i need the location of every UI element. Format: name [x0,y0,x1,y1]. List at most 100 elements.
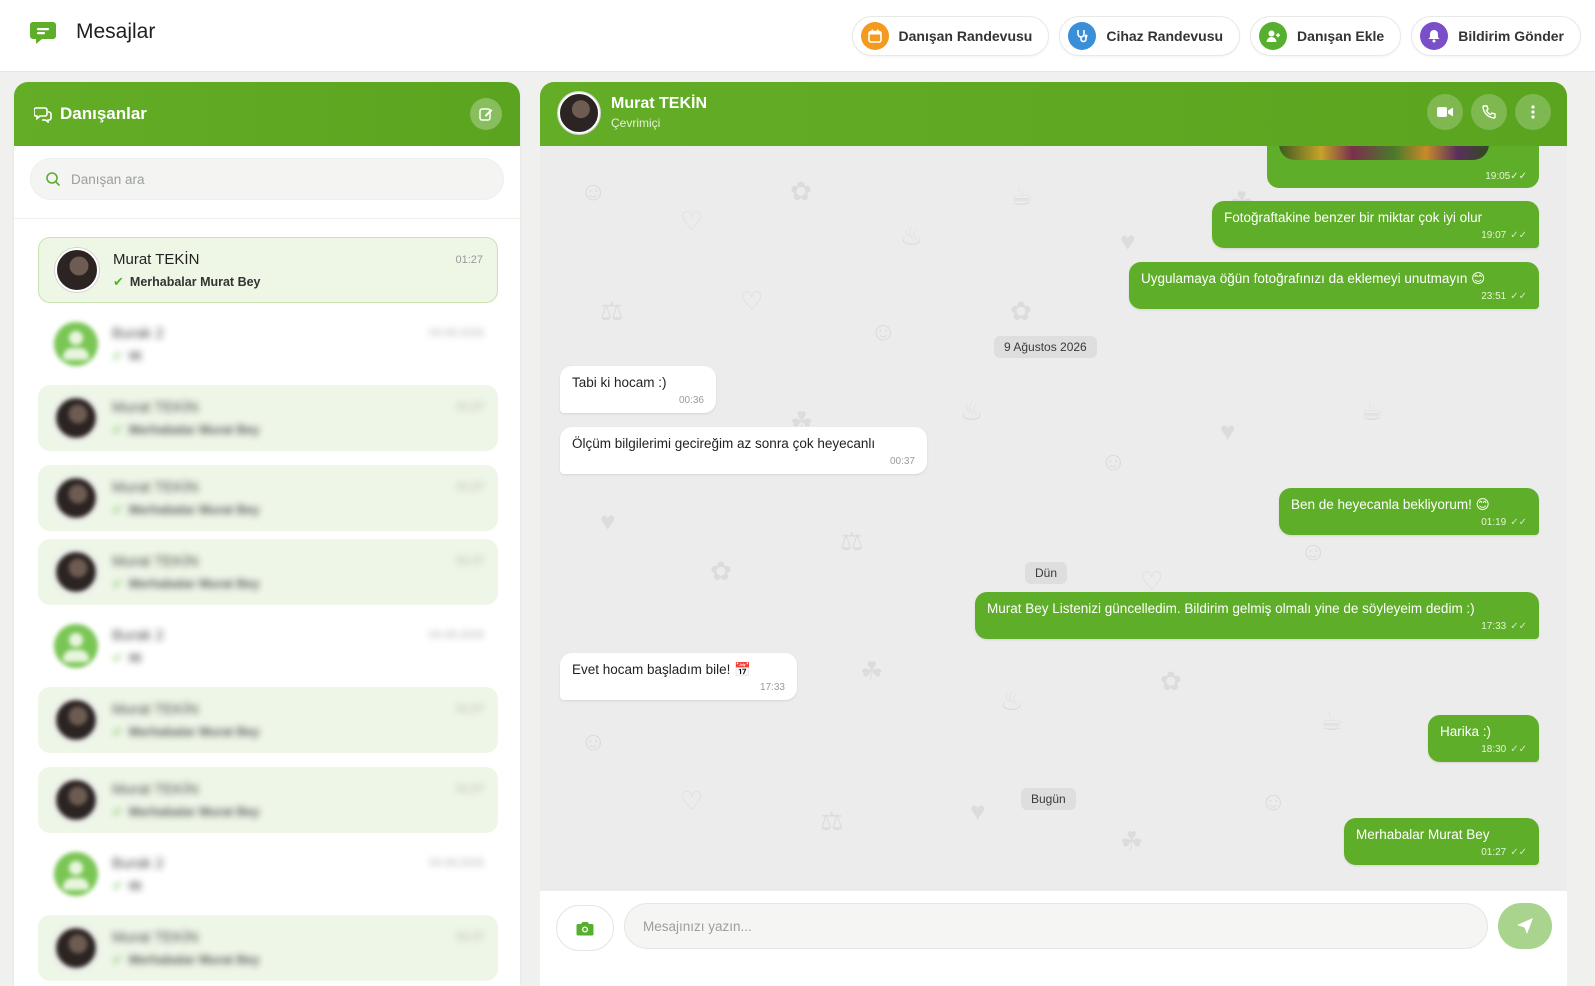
message-time: 00:36 [678,395,704,407]
message-time: 17:33 [1481,621,1507,633]
outgoing-message[interactable]: Fotoğraftakine benzer bir miktar çok iyi… [1212,201,1539,249]
conversation-name: Murat TEKİN [112,700,199,718]
contact-avatar[interactable] [558,92,600,134]
conversation-item[interactable]: Murat TEKİN ✔ Merhabalar Murat Bey 01:27 [38,767,498,833]
avatar [54,698,98,742]
chat-header-actions [1427,94,1551,130]
conversation-item[interactable]: Burak 2 ✔ ttt 04.08.2026 [38,613,498,679]
message-time: 19:07 [1481,230,1507,242]
device-appointment-button[interactable]: Cihaz Randevusu [1059,16,1241,56]
incoming-message[interactable]: Ölçüm bilgilerimi gecireğim az sonra çok… [560,427,927,475]
doodle-pattern-icon: ♡ [680,206,704,236]
incoming-message[interactable]: Tabi ki hocam :) 00:36 [560,366,716,414]
clients-header: Danışanlar [14,82,520,146]
doodle-pattern-icon: ✿ [790,176,812,206]
message-time: 01:27 [1481,847,1507,859]
edit-icon [479,108,493,121]
clients-panel: Danışanlar Murat TEKİN ✔ Merhabalar Murat… [14,82,520,986]
date-separator: Dün [1025,562,1068,584]
video-icon [1437,107,1453,117]
conversation-name: Murat TEKİN [112,780,199,798]
last-message: Merhabalar Murat Bey [128,422,260,437]
search-box [30,158,504,200]
avatar [54,926,98,970]
conversation-item[interactable]: Murat TEKİN ✔ Merhabalar Murat Bey 01:27 [38,465,498,531]
incoming-message[interactable]: Evet hocam başladım bile! 📅 17:33 [560,653,797,701]
outgoing-message[interactable]: Murat Bey Listenizi güncelledim. Bildiri… [975,592,1539,640]
avatar [54,778,98,822]
top-bar: Mesajlar Danışan Randevusu Cihaz Randevu… [0,0,1595,72]
conversation-name: Murat TEKİN [112,928,199,946]
message-text: Ben de heyecanla bekliyorum! 😊 [1291,497,1490,512]
message-text: Ölçüm bilgilerimi gecireğim az sonra çok… [572,436,876,451]
voice-call-button[interactable] [1471,94,1507,130]
message-input[interactable] [624,903,1488,949]
doodle-pattern-icon: ☺ [1100,446,1127,476]
photo-message[interactable]: 19:05✓✓ [1267,146,1539,188]
avatar [54,476,98,520]
double-check-icon: ✓✓ [1510,847,1527,859]
conversation-time: 01:27 [456,401,484,413]
last-message: Merhabalar Murat Bey [128,952,260,967]
conversation-item[interactable]: Murat TEKİN ✔ Merhabalar Murat Bey 01:27 [38,237,498,303]
avatar [54,852,98,896]
conversation-time: 04.08.2026 [428,327,484,339]
message-text: Uygulamaya öğün fotoğrafınızı da eklemey… [1141,271,1486,286]
outgoing-message[interactable]: Uygulamaya öğün fotoğrafınızı da eklemey… [1129,262,1539,310]
attach-photo-button[interactable] [556,905,614,951]
doodle-pattern-icon: ☘ [860,656,884,686]
search-area [14,146,520,219]
conversation-item[interactable]: Murat TEKİN ✔ Merhabalar Murat Bey 01:27 [38,539,498,605]
header-actions: Danışan Randevusu Cihaz Randevusu Danışa… [851,16,1581,56]
new-message-button[interactable] [470,98,502,130]
last-message: ttt [128,878,142,893]
double-check-icon: ✓✓ [1510,744,1527,756]
send-notification-label: Bildirim Gönder [1458,28,1564,44]
doodle-pattern-icon: ♨ [960,396,984,426]
avatar [54,550,98,594]
last-message: Merhabalar Murat Bey [128,724,260,739]
conversation-item[interactable]: Murat TEKİN ✔ Merhabalar Murat Bey 01:27 [38,385,498,451]
conversation-item[interactable]: Burak 2 ✔ ttt 04.08.2026 [38,841,498,907]
search-icon [46,172,61,187]
last-message: Merhabalar Murat Bey [128,502,260,517]
conversation-item[interactable]: Burak 2 ✔ ttt 04.08.2026 [38,311,498,377]
conversation-item[interactable]: Murat TEKİN ✔ Merhabalar Murat Bey 01:27 [38,687,498,753]
chat-messages: ☺ ♡ ✿ ♨ ☕ ♥ ☘ ⚖ ♡ ☺ ✿ ☘ ♨ ☺ ♥ ☕ ♥ ✿ ⚖ ♡ … [540,146,1567,891]
doodle-pattern-icon: ☺ [580,726,607,756]
check-icon: ✔ [112,575,123,591]
doodle-pattern-icon: ✿ [1010,296,1032,326]
doodle-pattern-icon: ☺ [1260,786,1287,816]
outgoing-message[interactable]: Merhabalar Murat Bey 01:27 ✓✓ [1344,818,1539,866]
doodle-pattern-icon: ♥ [1120,226,1136,256]
check-icon: ✔ [112,803,123,819]
conversation-name: Murat TEKİN [112,398,199,416]
conversation-name: Murat TEKİN [112,478,199,496]
last-message: Merhabalar Murat Bey [128,804,260,819]
send-button[interactable] [1498,903,1552,949]
conversation-time: 01:27 [456,555,484,567]
double-check-icon: ✓✓ [1510,517,1527,529]
doodle-pattern-icon: ☕ [1360,396,1384,426]
doodle-pattern-icon: ☕ [1010,181,1034,211]
conversation-item[interactable]: Murat TEKİN ✔ Merhabalar Murat Bey 01:27 [38,915,498,981]
more-vertical-icon [1531,105,1535,119]
send-notification-button[interactable]: Bildirim Gönder [1411,16,1581,56]
check-icon: ✔ [112,951,123,967]
conversation-name: Burak 2 [112,854,164,872]
check-icon: ✔ [112,649,123,665]
video-call-button[interactable] [1427,94,1463,130]
search-input[interactable] [71,171,489,187]
double-check-icon: ✓✓ [1510,171,1527,182]
more-options-button[interactable] [1515,94,1551,130]
outgoing-message[interactable]: Ben de heyecanla bekliyorum! 😊 01:19 ✓✓ [1279,488,1539,536]
doodle-pattern-icon: ⚖ [820,806,844,836]
add-client-button[interactable]: Danışan Ekle [1250,16,1402,56]
conversation-time: 01:27 [456,783,484,795]
clients-title: Danışanlar [60,104,147,123]
doodle-pattern-icon: ☺ [580,176,607,206]
client-appointment-button[interactable]: Danışan Randevusu [851,16,1050,56]
doodle-pattern-icon: ⚖ [600,296,624,326]
device-appointment-label: Cihaz Randevusu [1106,28,1224,44]
outgoing-message[interactable]: Harika :) 18:30 ✓✓ [1428,715,1539,763]
